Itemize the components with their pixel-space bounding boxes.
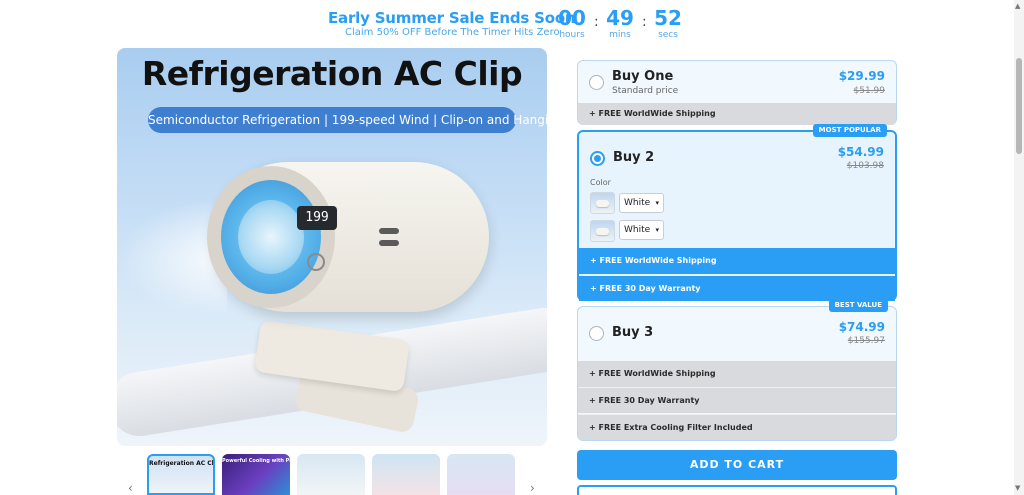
bundle-option-buy-3[interactable]: BEST VALUE Buy 3 $74.99 $155.97 + FREE W… (577, 299, 897, 441)
scrollbar-thumb[interactable] (1016, 58, 1022, 154)
option-price: $74.99 (838, 320, 885, 334)
vent-slot-graphic (379, 240, 399, 246)
radio-icon[interactable] (589, 75, 604, 90)
scroll-up-arrow-icon[interactable]: ▲ (1015, 2, 1020, 10)
timer-secs: 52 secs (650, 6, 686, 41)
scroll-down-arrow-icon[interactable]: ▼ (1015, 484, 1020, 492)
chevron-down-icon: ▾ (655, 226, 659, 234)
thumbnail-label: Refrigeration AC Clip (149, 460, 215, 467)
thumbnail-1[interactable]: Refrigeration AC Clip (147, 454, 215, 495)
option-compare-price: $155.97 (847, 336, 885, 346)
most-popular-badge: MOST POPULAR (812, 124, 887, 137)
product-image-feature-pill: Semiconductor Refrigeration | 199-speed … (148, 107, 547, 133)
perk-warranty: + FREE 30 Day Warranty (578, 387, 896, 413)
color-select-value: White (624, 198, 651, 208)
perk-warranty: + FREE 30 Day Warranty (579, 275, 895, 301)
thumbnail-label: Powerful Cooling with Precision Control (222, 458, 290, 464)
timer-hours: 00 hours (554, 6, 590, 41)
speed-display: 199 (297, 206, 337, 230)
thumbnail-next-arrow-icon[interactable]: › (530, 481, 535, 495)
color-select-1[interactable]: White ▾ (619, 193, 664, 213)
thumbnail-4[interactable] (372, 454, 440, 495)
timer-mins-unit: mins (609, 30, 631, 40)
add-to-cart-button[interactable]: ADD TO CART (577, 450, 897, 480)
color-select-2[interactable]: White ▾ (619, 220, 664, 240)
vent-slot-graphic (379, 228, 399, 234)
timer-secs-unit: secs (658, 30, 678, 40)
sale-title: Early Summer Sale Ends Soon (328, 9, 576, 27)
perk-free-shipping: + FREE WorldWide Shipping (578, 103, 896, 125)
perk-free-shipping: + FREE WorldWide Shipping (578, 361, 896, 387)
timer-hours-value: 00 (558, 6, 586, 30)
timer-mins: 49 mins (602, 6, 638, 41)
power-icon (307, 253, 325, 271)
timer-hours-unit: hours (559, 30, 585, 40)
variant-thumbnail (590, 220, 615, 242)
bundle-option-buy-2[interactable]: MOST POPULAR Buy 2 $54.99 $103.98 Color … (577, 124, 897, 301)
option-title: Buy 2 (613, 150, 655, 165)
next-section-box (577, 485, 897, 495)
best-value-badge: BEST VALUE (828, 299, 888, 312)
product-image-title: Refrigeration AC Clip (141, 54, 523, 93)
timer-secs-value: 52 (654, 6, 682, 30)
thumbnail-5[interactable] (447, 454, 515, 495)
timer-mins-value: 49 (606, 6, 634, 30)
variant-thumbnail (590, 192, 615, 214)
option-price: $54.99 (837, 145, 884, 159)
sale-subtitle: Claim 50% OFF Before The Timer Hits Zero (345, 27, 560, 38)
thumbnail-3[interactable] (297, 454, 365, 495)
option-price: $29.99 (838, 69, 885, 83)
chevron-down-icon: ▾ (655, 199, 659, 207)
option-subtitle: Standard price (612, 86, 679, 96)
bundle-option-buy-one[interactable]: Buy One Standard price $29.99 $51.99 + F… (577, 60, 897, 125)
timer-separator: : (642, 14, 647, 30)
page-scrollbar[interactable]: ▲ ▼ (1014, 0, 1024, 495)
option-compare-price: $51.99 (853, 86, 886, 96)
cooling-plate-graphic (238, 200, 304, 274)
radio-icon[interactable] (589, 326, 604, 341)
product-main-image[interactable]: Refrigeration AC Clip Semiconductor Refr… (117, 48, 547, 446)
sale-banner: Early Summer Sale Ends Soon Claim 50% OF… (0, 0, 1024, 44)
perk-extra-filter: + FREE Extra Cooling Filter Included (578, 414, 896, 440)
color-label: Color (590, 178, 611, 187)
radio-icon[interactable] (590, 151, 605, 166)
option-compare-price: $103.98 (846, 161, 884, 171)
timer-separator: : (594, 14, 599, 30)
option-title: Buy One (612, 69, 674, 84)
perk-free-shipping: + FREE WorldWide Shipping (579, 248, 895, 274)
thumbnail-prev-arrow-icon[interactable]: ‹ (128, 481, 133, 495)
option-title: Buy 3 (612, 325, 654, 340)
color-select-value: White (624, 225, 651, 235)
thumbnail-2[interactable]: Powerful Cooling with Precision Control (222, 454, 290, 495)
